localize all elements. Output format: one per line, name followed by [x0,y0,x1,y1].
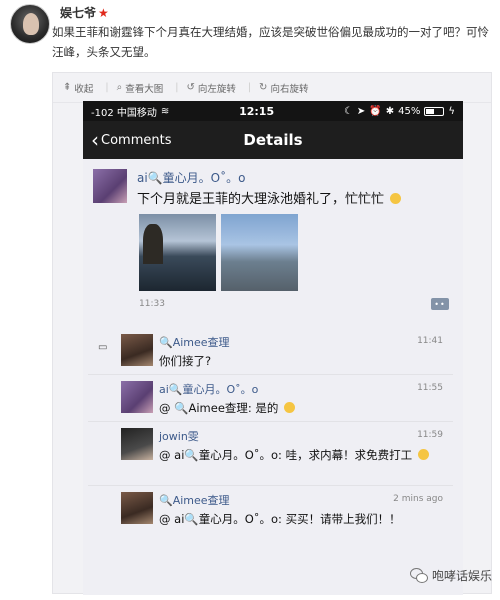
rotate-right-button[interactable]: ↻ 向右旋转 [259,81,308,95]
comment-avatar[interactable] [121,334,153,366]
comment-time: 11:41 [417,336,443,346]
moment-photo-lake[interactable] [221,214,298,291]
comment-author[interactable]: 🔍Aimee查理 [159,492,230,508]
comment-item[interactable]: 🔍Aimee查理 2 mins ago @ ai🔍童心月。O˚。o: 买买！请带… [88,486,453,533]
bluetooth-icon: ✱ [385,105,395,117]
chevron-left-icon: ‹ [91,128,99,152]
location-icon: ➤ [356,105,366,117]
magnifier-icon: ⌕ [116,82,123,93]
smile-emoji-icon [284,402,296,413]
moment-author[interactable]: ai🔍童心月。O˚。o [137,169,245,186]
wifi-icon: ≋ [160,105,170,117]
rotate-left-label: 向左旋转 [197,83,236,95]
moment-photo-pool[interactable] [139,214,216,291]
toolbar-divider: | [247,82,252,93]
phone-screenshot[interactable]: -102 中国移动 ≋ 12:15 ☾ ➤ ⏰ ✱ 45% ϟ ‹ Commen… [83,101,463,595]
battery-percent: 45% [398,105,421,117]
author-name-row: 娱七爷 ★ [60,4,109,21]
comment-time: 11:55 [417,383,443,393]
back-label: Comments [101,132,172,148]
status-bar: -102 中国移动 ≋ 12:15 ☾ ➤ ⏰ ✱ 45% ϟ [83,101,463,121]
status-left: -102 中国移动 ≋ [91,104,169,119]
comment-avatar[interactable] [121,428,153,460]
comment-text: @ ai🔍童心月。O˚。o: 哇，求内幕！求免费打工 [159,446,444,464]
comment-item[interactable]: ▭ 🔍Aimee查理 11:41 你们接了? [88,328,453,375]
comment-bubble-icon: ▭ [98,342,108,353]
comment-author[interactable]: ai🔍童心月。O˚。o [159,381,258,397]
laugh-emoji-icon [417,449,429,460]
view-large-button[interactable]: ⌕ 查看大图 [117,81,164,95]
view-large-label: 查看大图 [125,83,164,95]
comment-text-content: @ ai🔍童心月。O˚。o: 哇，求内幕！求免费打工 [159,448,413,462]
status-time: 12:15 [239,104,275,118]
comment-item[interactable]: ai🔍童心月。O˚。o 11:55 @ 🔍Aimee查理: 是的 [88,375,453,422]
wechat-icon [409,568,428,583]
star-icon: ★ [98,5,109,20]
comment-avatar[interactable] [121,381,153,413]
rotate-right-icon: ↻ [259,82,268,93]
moment-time: 11:33 [139,299,165,309]
moon-icon: ☾ [343,105,353,117]
moment-text-content: 下个月就是王菲的大理泳池婚礼了，忙忙忙 [137,192,385,207]
status-right: ☾ ➤ ⏰ ✱ 45% ϟ [344,106,455,117]
rotate-right-label: 向右旋转 [270,83,309,95]
comment-author[interactable]: 🔍Aimee查理 [159,334,230,350]
collapse-icon: ⇞ [63,82,72,93]
comment-text: @ 🔍Aimee查理: 是的 [159,399,444,417]
image-viewer: ⇞ 收起 | ⌕ 查看大图 | ↺ 向左旋转 | ↻ 向右旋转 -102 中国移… [52,72,492,595]
image-toolbar: ⇞ 收起 | ⌕ 查看大图 | ↺ 向左旋转 | ↻ 向右旋转 [53,73,491,103]
comments-list: ▭ 🔍Aimee查理 11:41 你们接了? ai🔍童心月。O˚。o 11:55… [88,328,453,533]
comment-text: @ ai🔍童心月。O˚。o: 买买！请带上我们！！ [159,512,401,526]
toolbar-divider: | [175,82,179,93]
comment-text: 你们接了? [159,354,212,368]
comment-time: 2 mins ago [393,494,443,504]
nav-bar: ‹ Comments Details [83,121,463,159]
watermark-text: 咆哮话娱乐 [431,569,492,583]
watermark: 咆哮话娱乐 [409,567,492,584]
comment-more-button[interactable]: •• [431,298,449,310]
grin-emoji-icon [390,193,402,204]
charging-icon: ϟ [448,105,455,117]
battery-icon [424,106,445,116]
carrier-label: -102 中国移动 [91,107,157,119]
alarm-icon: ⏰ [369,105,382,117]
moment-text: 下个月就是王菲的大理泳池婚礼了，忙忙忙 [137,188,402,207]
collapse-button[interactable]: ⇞ 收起 [63,81,93,95]
moment-avatar[interactable] [93,169,127,203]
comment-time: 11:59 [417,430,443,440]
post-text: 如果王菲和谢霆锋下个月真在大理结婚，应该是突破世俗偏见最成功的一对了吧？可怜汪峰… [52,25,489,59]
comment-author[interactable]: jowin雯 [159,428,199,444]
comment-avatar[interactable] [121,492,153,524]
rotate-left-icon: ↺ [186,82,195,93]
toolbar-divider: | [105,82,109,93]
comment-item[interactable]: jowin雯 11:59 @ ai🔍童心月。O˚。o: 哇，求内幕！求免费打工 [88,422,453,486]
comment-text-content: @ 🔍Aimee查理: 是的 [159,401,279,415]
collapse-label: 收起 [74,83,94,95]
author-avatar[interactable] [10,4,50,44]
back-button[interactable]: ‹ Comments [83,130,171,150]
moment-post: ai🔍童心月。O˚。o 下个月就是王菲的大理泳池婚礼了，忙忙忙 11:33 •• [83,159,463,329]
author-block: 娱七爷 ★ [60,4,109,21]
rotate-left-button[interactable]: ↺ 向左旋转 [186,81,235,95]
author-name[interactable]: 娱七爷 [60,4,96,21]
